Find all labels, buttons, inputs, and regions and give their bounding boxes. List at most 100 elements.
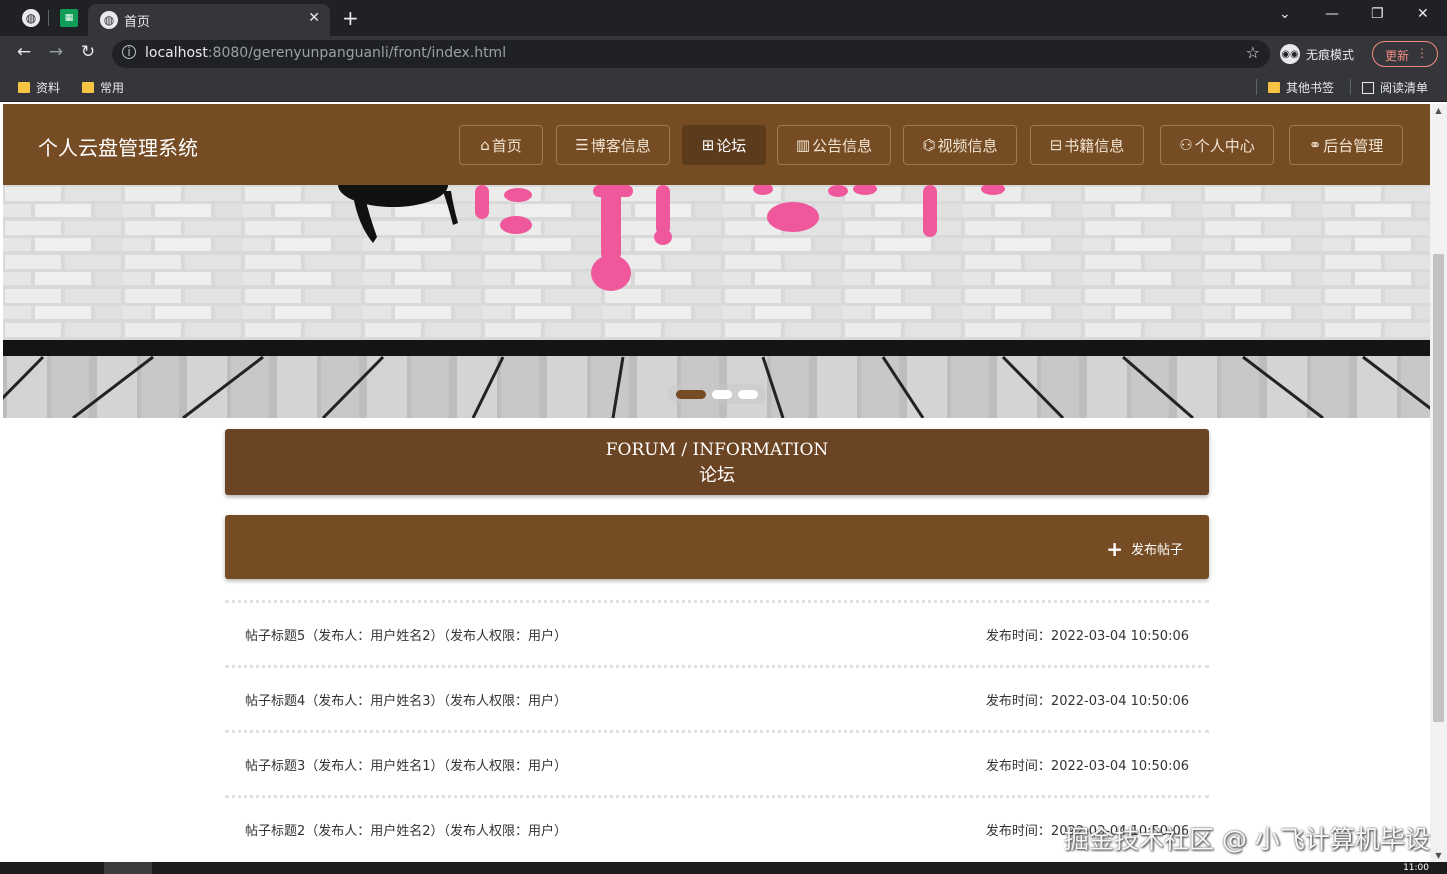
post-title[interactable]: 帖子标题3（发布人：用户姓名1）（发布人权限：用户） [245,755,567,774]
page-viewport: 个人云盘管理系统 ⌂ 首页 ☰ 博客信息 ⊞ 论坛 ▥ 公告信息 ⌬ 视频信息 ⊟ 书籍信息… [3,104,1430,862]
list-item[interactable]: 帖子标题5（发布人：用户姓名2）（发布人权限：用户） 发布时间：2022-03-… [225,600,1209,665]
bookmark-folder-1[interactable]: 资料 [18,79,60,96]
folder-icon [1268,82,1280,93]
nav-forum[interactable]: ⊞ 论坛 [682,125,766,165]
tab-divider [48,10,49,26]
url-text: localhost:8080/gerenyunpanguanli/front/i… [145,45,506,61]
site-logo[interactable]: 个人云盘管理系统 [38,132,198,161]
taskbar-clock: 11:00 [1403,863,1429,873]
nav-label: 论坛 [716,136,747,155]
banner-carousel[interactable] [3,185,1430,418]
globe-icon: ◍ [100,11,118,29]
scroll-up-icon[interactable]: ▲ [1430,106,1447,115]
back-arrow-icon[interactable]: ← [12,42,36,62]
list-item[interactable]: 帖子标题2（发布人：用户姓名2）（发布人权限：用户） 发布时间：2022-03-… [225,795,1209,860]
site-header: 个人云盘管理系统 ⌂ 首页 ☰ 博客信息 ⊞ 论坛 ▥ 公告信息 ⌬ 视频信息 ⊟ 书籍信息… [3,104,1430,185]
nav-admin[interactable]: ⚭ 后台管理 [1289,125,1403,165]
restore-icon[interactable]: ❐ [1371,6,1384,22]
bookmark-folder-2[interactable]: 常用 [82,79,124,96]
active-tab[interactable]: ◍ 首页 ✕ [88,4,330,36]
publish-post-button[interactable]: + 发布帖子 [1106,536,1183,561]
home-icon: ⌂ [480,136,490,154]
post-time: 发布时间：2022-03-04 10:50:06 [985,629,1189,644]
carousel-dots [668,384,766,404]
other-bookmarks-label: 其他书签 [1286,81,1335,95]
nav-video[interactable]: ⌬ 视频信息 [903,125,1017,165]
link-icon: ⚭ [1308,136,1322,154]
post-time: 发布时间：2022-03-04 10:50:06 [985,759,1189,774]
chevron-down-icon[interactable]: ⌄ [1279,6,1291,22]
reading-list[interactable]: 阅读清单 [1362,79,1428,96]
bookmark-star-icon[interactable]: ☆ [1246,43,1260,62]
section-title: FORUM / INFORMATION 论坛 [225,429,1209,495]
nav-label: 公告信息 [812,136,873,155]
publish-label: 发布帖子 [1130,543,1183,558]
address-bar: ← → ↻ i localhost:8080/gerenyunpanguanli… [0,36,1447,72]
post-time: 发布时间：2022-03-04 10:50:06 [985,694,1189,709]
nav-label: 博客信息 [590,136,651,155]
nav-home[interactable]: ⌂ 首页 [459,125,543,165]
window-close-icon[interactable]: ✕ [1417,6,1429,22]
scrollbar-thumb[interactable] [1433,254,1444,722]
incognito-icon: ◉◉ [1280,44,1300,64]
reading-list-label: 阅读清单 [1380,81,1429,95]
incognito-label: 无痕模式 [1306,47,1355,62]
folder-icon [82,82,94,93]
watermark: 掘金技术社区 @ 小飞计算机毕设 [1064,825,1430,854]
carousel-dot-3[interactable] [738,389,758,399]
plus-icon: + [1106,536,1123,561]
update-button[interactable]: 更新 ⋮ [1372,41,1438,67]
minimize-icon[interactable]: — [1325,6,1339,22]
bookmark-label: 常用 [100,81,125,95]
url-host: localhost [145,45,208,61]
grid-icon: ⊞ [701,136,715,154]
post-title[interactable]: 帖子标题5（发布人：用户姓名2）（发布人权限：用户） [245,625,567,644]
info-icon[interactable]: i [122,45,136,59]
bookmarks-bar: 资料 常用 其他书签 阅读清单 [0,72,1447,102]
carousel-dot-2[interactable] [712,389,732,399]
section-title-en: FORUM / INFORMATION [605,440,829,460]
taskbar-active-app[interactable] [104,862,152,874]
bookmark-divider [1350,79,1351,95]
more-menu-icon: ⋮ [1416,46,1428,60]
close-icon[interactable]: ✕ [308,10,320,26]
forum-toolbar: + 发布帖子 [225,515,1209,579]
os-taskbar: 11:00 [0,862,1447,874]
post-title[interactable]: 帖子标题4（发布人：用户姓名3）（发布人权限：用户） [245,690,567,709]
new-tab-icon[interactable]: + [342,6,359,30]
nav-label: 视频信息 [937,136,998,155]
nav-blog[interactable]: ☰ 博客信息 [556,125,670,165]
nav-label: 后台管理 [1323,136,1384,155]
carousel-dot-1[interactable] [676,389,706,399]
video-icon: ⌬ [922,136,936,154]
nav-books[interactable]: ⊟ 书籍信息 [1030,125,1144,165]
nav-label: 书籍信息 [1064,136,1125,155]
other-bookmarks[interactable]: 其他书签 [1268,79,1334,96]
nav-notice[interactable]: ▥ 公告信息 [777,125,891,165]
book-icon: ⊟ [1049,136,1063,154]
update-label: 更新 [1385,49,1410,63]
folder-icon [18,82,30,93]
incognito-indicator[interactable]: ◉◉ 无痕模式 [1280,44,1354,64]
post-title[interactable]: 帖子标题2（发布人：用户姓名2）（发布人权限：用户） [245,820,567,839]
reading-list-icon [1362,81,1374,94]
list-item[interactable]: 帖子标题4（发布人：用户姓名3）（发布人权限：用户） 发布时间：2022-03-… [225,665,1209,730]
scroll-down-icon[interactable]: ▼ [1430,851,1447,860]
user-icon: ⚇ [1179,136,1193,154]
post-list: 帖子标题5（发布人：用户姓名2）（发布人权限：用户） 发布时间：2022-03-… [225,600,1209,860]
list-item[interactable]: 帖子标题3（发布人：用户姓名1）（发布人权限：用户） 发布时间：2022-03-… [225,730,1209,795]
nav-label: 首页 [491,136,522,155]
nav-profile[interactable]: ⚇ 个人中心 [1160,125,1274,165]
tab-title: 首页 [124,15,151,30]
section-title-cn: 论坛 [699,465,735,486]
reload-icon[interactable]: ↻ [76,42,100,62]
globe-icon[interactable]: ◍ [22,9,40,27]
forward-arrow-icon[interactable]: → [44,42,68,62]
sheets-icon[interactable]: ▦ [60,9,78,27]
url-input[interactable]: i localhost:8080/gerenyunpanguanli/front… [112,40,1270,68]
url-path: :8080/gerenyunpanguanli/front/index.html [207,45,507,61]
page-scrollbar[interactable]: ▲ ▼ [1430,104,1447,862]
bookmark-divider [1256,79,1257,95]
nav-label: 个人中心 [1194,136,1255,155]
bookmark-label: 资料 [36,81,61,95]
